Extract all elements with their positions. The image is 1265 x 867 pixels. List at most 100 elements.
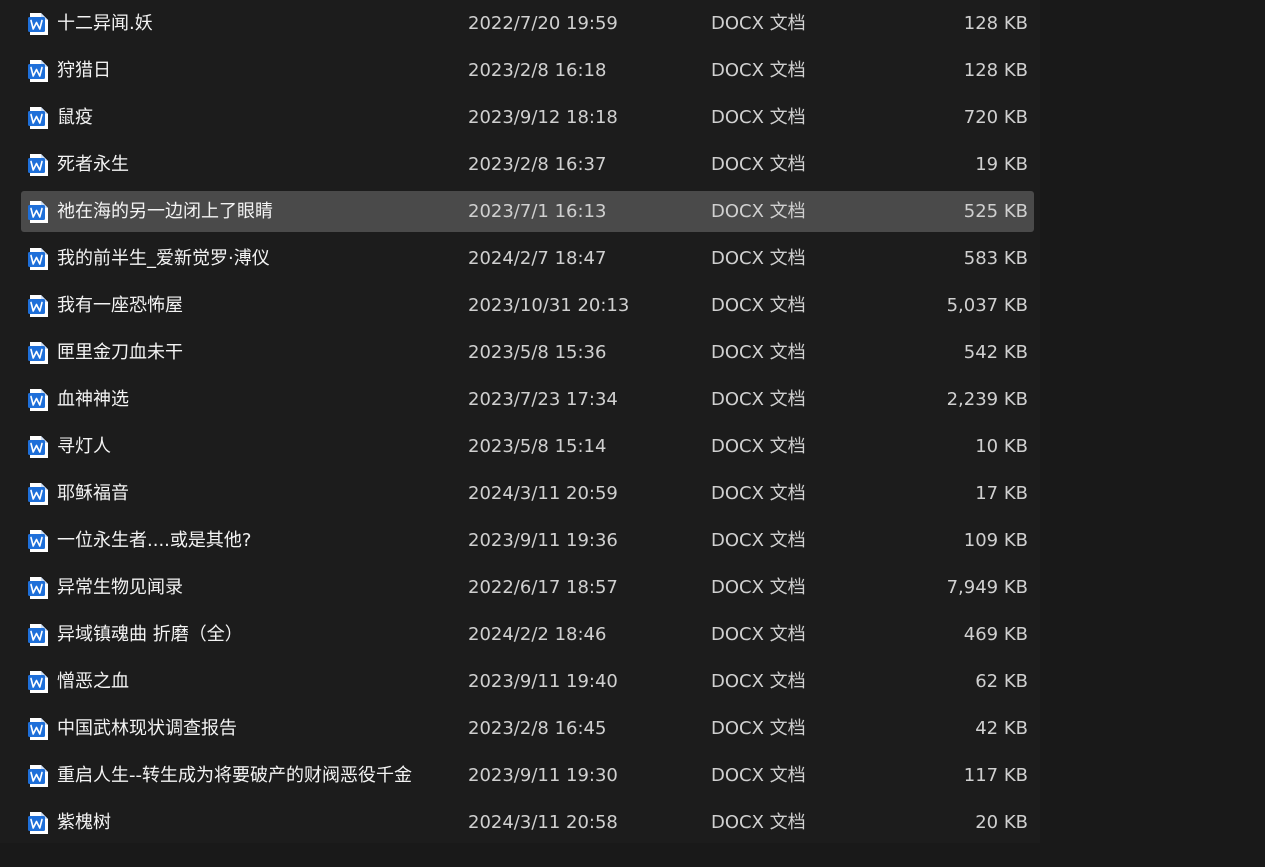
file-name: 中国武林现状调查报告: [57, 718, 237, 739]
file-type: DOCX 文档: [711, 389, 806, 410]
file-name: 耶稣福音: [57, 483, 129, 504]
file-modified-date: 2022/7/20 19:59: [468, 13, 618, 34]
file-name: 紫槐树: [57, 812, 111, 833]
word-doc-icon: [28, 389, 48, 411]
file-row[interactable]: 一位永生者....或是其他? 2023/9/11 19:36 DOCX 文档 1…: [21, 520, 1034, 561]
file-size: 17 KB: [975, 483, 1028, 504]
file-size: 117 KB: [963, 765, 1028, 786]
word-doc-icon: [28, 671, 48, 693]
word-doc-icon: [28, 248, 48, 270]
file-modified-date: 2024/3/11 20:58: [468, 812, 618, 833]
file-name: 我有一座恐怖屋: [57, 295, 183, 316]
word-doc-icon: [28, 60, 48, 82]
file-row[interactable]: 异常生物见闻录 2022/6/17 18:57 DOCX 文档 7,949 KB: [21, 567, 1034, 608]
file-row[interactable]: 死者永生 2023/2/8 16:37 DOCX 文档 19 KB: [21, 144, 1034, 185]
word-doc-icon: [28, 530, 48, 552]
file-name: 我的前半生_爱新觉罗·溥仪: [57, 248, 270, 269]
word-doc-icon: [28, 577, 48, 599]
file-modified-date: 2023/2/8 16:18: [468, 60, 607, 81]
file-size: 109 KB: [963, 530, 1028, 551]
file-modified-date: 2023/9/11 19:40: [468, 671, 618, 692]
file-row[interactable]: 我有一座恐怖屋 2023/10/31 20:13 DOCX 文档 5,037 K…: [21, 285, 1034, 326]
file-modified-date: 2023/5/8 15:36: [468, 342, 607, 363]
word-doc-icon: [28, 436, 48, 458]
file-type: DOCX 文档: [711, 13, 806, 34]
file-size: 62 KB: [975, 671, 1028, 692]
file-type: DOCX 文档: [711, 671, 806, 692]
file-size: 5,037 KB: [946, 295, 1028, 316]
file-row[interactable]: 狩猎日 2023/2/8 16:18 DOCX 文档 128 KB: [21, 50, 1034, 91]
file-modified-date: 2023/9/12 18:18: [468, 107, 618, 128]
file-type: DOCX 文档: [711, 624, 806, 645]
file-row[interactable]: 我的前半生_爱新觉罗·溥仪 2024/2/7 18:47 DOCX 文档 583…: [21, 238, 1034, 279]
file-type: DOCX 文档: [711, 436, 806, 457]
file-type: DOCX 文档: [711, 342, 806, 363]
file-type: DOCX 文档: [711, 765, 806, 786]
file-row[interactable]: 中国武林现状调查报告 2023/2/8 16:45 DOCX 文档 42 KB: [21, 708, 1034, 749]
file-type: DOCX 文档: [711, 577, 806, 598]
file-type: DOCX 文档: [711, 107, 806, 128]
file-type: DOCX 文档: [711, 60, 806, 81]
file-name: 异域镇魂曲 折磨（全）: [57, 624, 243, 645]
file-list: 十二异闻.妖 2022/7/20 19:59 DOCX 文档 128 KB 狩猎…: [0, 0, 1040, 843]
file-modified-date: 2023/7/23 17:34: [468, 389, 618, 410]
file-name: 匣里金刀血未干: [57, 342, 183, 363]
file-name: 重启人生--转生成为将要破产的财阀恶役千金: [57, 765, 412, 786]
file-modified-date: 2023/5/8 15:14: [468, 436, 607, 457]
file-type: DOCX 文档: [711, 248, 806, 269]
file-type: DOCX 文档: [711, 812, 806, 833]
file-name: 死者永生: [57, 154, 129, 175]
word-doc-icon: [28, 342, 48, 364]
file-modified-date: 2023/9/11 19:36: [468, 530, 618, 551]
word-doc-icon: [28, 13, 48, 35]
word-doc-icon: [28, 201, 48, 223]
file-size: 10 KB: [975, 436, 1028, 457]
file-modified-date: 2023/7/1 16:13: [468, 201, 607, 222]
word-doc-icon: [28, 765, 48, 787]
file-row[interactable]: 祂在海的另一边闭上了眼睛 2023/7/1 16:13 DOCX 文档 525 …: [21, 191, 1034, 232]
file-name: 血神神选: [57, 389, 129, 410]
file-name: 一位永生者....或是其他?: [57, 530, 252, 551]
file-row[interactable]: 憎恶之血 2023/9/11 19:40 DOCX 文档 62 KB: [21, 661, 1034, 702]
word-doc-icon: [28, 295, 48, 317]
file-row[interactable]: 耶稣福音 2024/3/11 20:59 DOCX 文档 17 KB: [21, 473, 1034, 514]
file-size: 2,239 KB: [946, 389, 1028, 410]
file-type: DOCX 文档: [711, 154, 806, 175]
file-type: DOCX 文档: [711, 201, 806, 222]
file-type: DOCX 文档: [711, 530, 806, 551]
file-name: 狩猎日: [57, 60, 111, 81]
file-size: 469 KB: [963, 624, 1028, 645]
file-modified-date: 2022/6/17 18:57: [468, 577, 618, 598]
file-name: 十二异闻.妖: [57, 13, 153, 34]
file-size: 720 KB: [963, 107, 1028, 128]
file-name: 鼠疫: [57, 107, 93, 128]
file-row[interactable]: 重启人生--转生成为将要破产的财阀恶役千金 2023/9/11 19:30 DO…: [21, 755, 1034, 796]
file-size: 525 KB: [963, 201, 1028, 222]
file-modified-date: 2023/2/8 16:45: [468, 718, 607, 739]
file-size: 128 KB: [963, 13, 1028, 34]
word-doc-icon: [28, 107, 48, 129]
file-modified-date: 2023/9/11 19:30: [468, 765, 618, 786]
word-doc-icon: [28, 483, 48, 505]
file-type: DOCX 文档: [711, 483, 806, 504]
file-row[interactable]: 鼠疫 2023/9/12 18:18 DOCX 文档 720 KB: [21, 97, 1034, 138]
word-doc-icon: [28, 812, 48, 834]
file-name: 寻灯人: [57, 436, 111, 457]
file-row[interactable]: 异域镇魂曲 折磨（全） 2024/2/2 18:46 DOCX 文档 469 K…: [21, 614, 1034, 655]
file-size: 542 KB: [963, 342, 1028, 363]
file-type: DOCX 文档: [711, 718, 806, 739]
file-row[interactable]: 十二异闻.妖 2022/7/20 19:59 DOCX 文档 128 KB: [21, 3, 1034, 44]
file-size: 20 KB: [975, 812, 1028, 833]
file-row[interactable]: 紫槐树 2024/3/11 20:58 DOCX 文档 20 KB: [21, 802, 1034, 843]
file-name: 异常生物见闻录: [57, 577, 183, 598]
file-modified-date: 2024/2/7 18:47: [468, 248, 607, 269]
file-name: 祂在海的另一边闭上了眼睛: [57, 201, 273, 222]
file-modified-date: 2023/2/8 16:37: [468, 154, 607, 175]
word-doc-icon: [28, 718, 48, 740]
file-type: DOCX 文档: [711, 295, 806, 316]
file-row[interactable]: 匣里金刀血未干 2023/5/8 15:36 DOCX 文档 542 KB: [21, 332, 1034, 373]
file-name: 憎恶之血: [57, 671, 129, 692]
file-modified-date: 2024/3/11 20:59: [468, 483, 618, 504]
file-row[interactable]: 寻灯人 2023/5/8 15:14 DOCX 文档 10 KB: [21, 426, 1034, 467]
file-row[interactable]: 血神神选 2023/7/23 17:34 DOCX 文档 2,239 KB: [21, 379, 1034, 420]
